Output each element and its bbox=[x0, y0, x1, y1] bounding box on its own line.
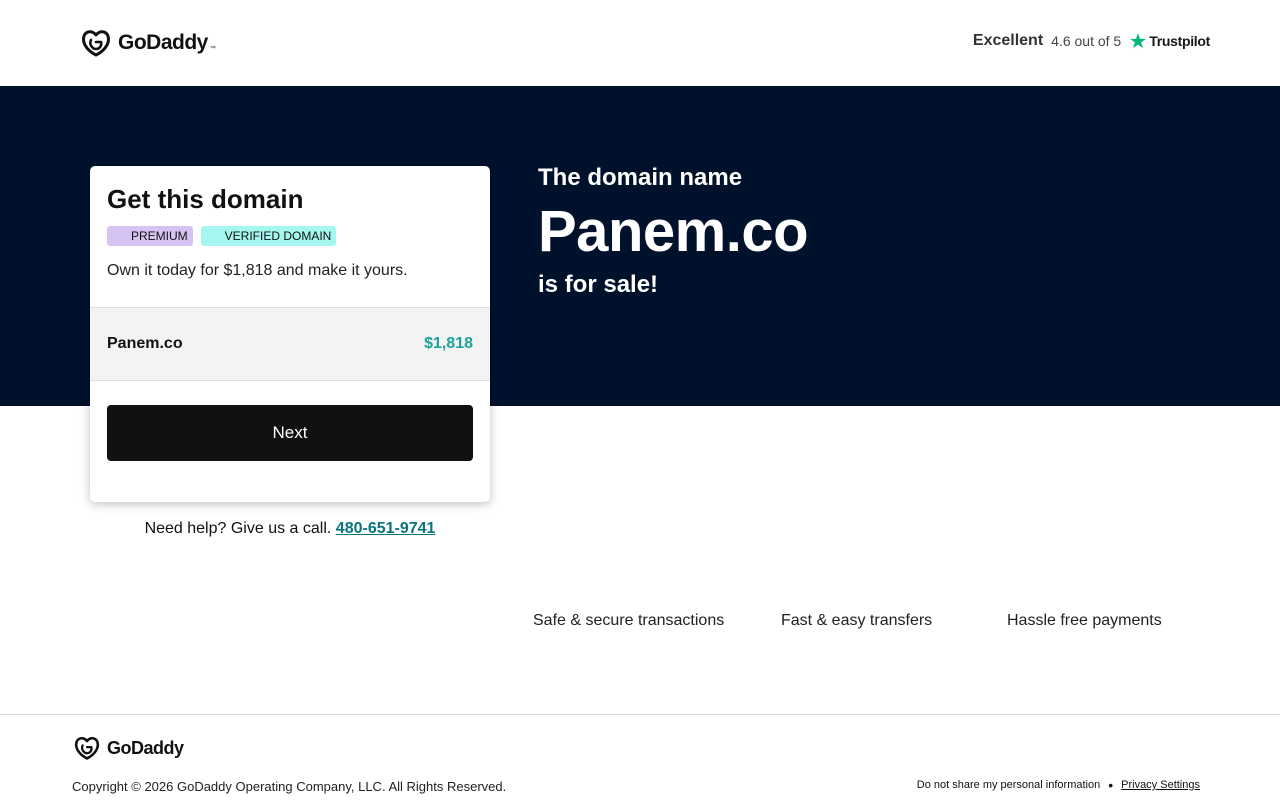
copyright-text: Copyright © 2026 GoDaddy Operating Compa… bbox=[72, 779, 507, 794]
logo-wordmark: GoDaddy bbox=[118, 31, 208, 54]
trustpilot-name: Trustpilot bbox=[1149, 33, 1210, 49]
do-not-share-link[interactable]: Do not share my personal information bbox=[917, 779, 1100, 791]
verified-domain-badge: VERIFIED DOMAIN bbox=[200, 226, 337, 246]
premium-badge: PREMIUM bbox=[107, 226, 193, 246]
purchase-card: Get this domain PREMIUM VERIFIED DOMAIN … bbox=[90, 166, 490, 502]
rating-label: Excellent bbox=[972, 32, 1044, 49]
help-line: Need help? Give us a call. 480-651-9741 bbox=[90, 520, 490, 538]
site-footer: GoDaddy Copyright © 2026 GoDaddy Operati… bbox=[0, 714, 1280, 800]
godaddy-logo[interactable]: GoDaddy ™ bbox=[80, 28, 216, 58]
rating-score: 4.6 out of 5 bbox=[1051, 33, 1122, 49]
phone-link[interactable]: 480-651-9741 bbox=[336, 520, 436, 537]
footer-godaddy-logo[interactable]: GoDaddy bbox=[73, 735, 184, 761]
row-domain-name: Panem.co bbox=[107, 335, 183, 352]
feature-hassle-free: Hassle free payments bbox=[1007, 612, 1162, 629]
row-price: $1,818 bbox=[424, 335, 473, 352]
feature-fast-transfers: Fast & easy transfers bbox=[781, 612, 933, 629]
hero-text: The domain name Panem.co is for sale! bbox=[538, 164, 809, 299]
domain-price-row: Panem.co $1,818 bbox=[90, 307, 490, 381]
trustpilot-star-icon bbox=[1130, 33, 1147, 49]
next-button[interactable]: Next bbox=[107, 405, 473, 461]
hero-domain-name: Panem.co bbox=[538, 199, 809, 264]
card-description: Own it today for $1,818 and make it your… bbox=[107, 262, 408, 279]
trustpilot-rating[interactable]: Excellent 4.6 out of 5 Trustpilot bbox=[973, 32, 1210, 50]
badge-list: PREMIUM VERIFIED DOMAIN bbox=[107, 226, 337, 246]
hero-pre-text: The domain name bbox=[538, 164, 743, 191]
feature-safe-secure: Safe & secure transactions bbox=[533, 612, 725, 629]
card-title: Get this domain bbox=[107, 184, 304, 214]
footer-links: Do not share my personal information • P… bbox=[917, 777, 1200, 793]
site-header: GoDaddy ™ Excellent 4.6 out of 5 Trustpi… bbox=[0, 0, 1280, 86]
hero-post-text: is for sale! bbox=[538, 271, 659, 298]
footer-logo-wordmark: GoDaddy bbox=[107, 737, 184, 758]
link-separator: • bbox=[1108, 777, 1114, 793]
help-text: Need help? Give us a call. bbox=[144, 520, 332, 537]
godaddy-logo-icon bbox=[82, 30, 110, 57]
godaddy-logo-icon bbox=[74, 736, 100, 760]
privacy-settings-link[interactable]: Privacy Settings bbox=[1121, 779, 1200, 791]
trustpilot-brand: Trustpilot bbox=[1129, 32, 1210, 50]
